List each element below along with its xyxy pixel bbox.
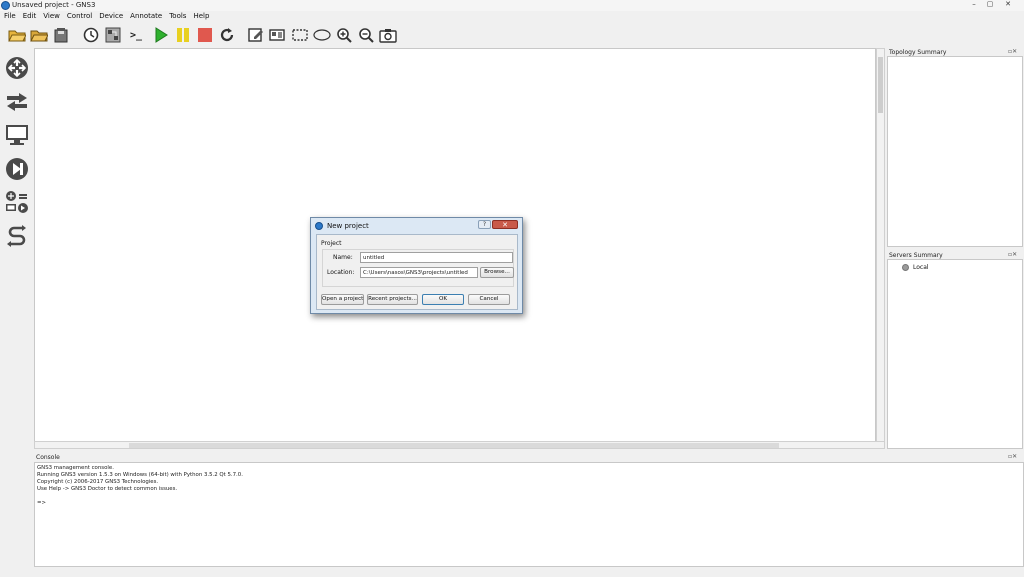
pause-icon[interactable] bbox=[174, 26, 192, 44]
close-window-button[interactable]: ✕ bbox=[1001, 0, 1015, 9]
console-line: GNS3 management console. bbox=[37, 465, 114, 471]
ok-button[interactable]: OK bbox=[422, 294, 464, 305]
topology-summary-panel bbox=[887, 56, 1023, 247]
gns3-app-icon bbox=[1, 1, 10, 10]
add-link-icon[interactable] bbox=[5, 224, 29, 248]
servers-summary-panel: Local bbox=[887, 259, 1023, 449]
canvas-horizontal-scrollbar[interactable] bbox=[34, 441, 885, 449]
console-line: Running GNS3 version 1.5.3 on Windows (6… bbox=[37, 472, 243, 478]
main-toolbar: >_ bbox=[0, 22, 1024, 48]
reload-icon[interactable] bbox=[218, 26, 236, 44]
server-status-icon bbox=[902, 264, 909, 271]
open-project-icon[interactable] bbox=[30, 26, 48, 44]
topology-icon[interactable] bbox=[104, 26, 122, 44]
topology-dock-buttons[interactable]: ▫✕ bbox=[1008, 48, 1017, 55]
menu-control[interactable]: Control bbox=[67, 11, 92, 22]
window-title: Unsaved project - GNS3 bbox=[12, 1, 96, 9]
zoom-out-icon[interactable] bbox=[357, 26, 375, 44]
dialog-close-button[interactable]: ✕ bbox=[492, 220, 518, 229]
menu-help[interactable]: Help bbox=[193, 11, 209, 22]
dialog-help-button[interactable]: ? bbox=[478, 220, 491, 229]
open-project-button[interactable]: Open a project bbox=[321, 294, 364, 305]
canvas-vertical-scrollbar[interactable] bbox=[876, 48, 885, 442]
menu-bar: File Edit View Control Device Annotate T… bbox=[0, 11, 1024, 22]
topology-summary-title: Topology Summary bbox=[889, 49, 947, 56]
stop-icon[interactable] bbox=[196, 26, 214, 44]
server-item[interactable]: Local bbox=[902, 264, 929, 271]
dialog-body: Project Name: untitled Location: C:\User… bbox=[316, 234, 518, 310]
project-group: Name: untitled Location: C:\Users\nasos\… bbox=[322, 249, 514, 287]
minimize-button[interactable]: – bbox=[967, 0, 981, 9]
console-title: Console bbox=[36, 454, 60, 461]
insert-picture-icon[interactable] bbox=[268, 26, 286, 44]
servers-dock-buttons[interactable]: ▫✕ bbox=[1008, 251, 1017, 258]
clock-icon[interactable] bbox=[82, 26, 100, 44]
recent-projects-button[interactable]: Recent projects... bbox=[367, 294, 418, 305]
routers-icon[interactable] bbox=[5, 56, 29, 80]
device-palette bbox=[0, 48, 34, 453]
menu-annotate[interactable]: Annotate bbox=[130, 11, 162, 22]
menu-edit[interactable]: Edit bbox=[23, 11, 37, 22]
menu-tools[interactable]: Tools bbox=[169, 11, 186, 22]
menu-device[interactable]: Device bbox=[99, 11, 123, 22]
security-devices-icon[interactable] bbox=[5, 157, 29, 181]
all-devices-icon[interactable] bbox=[5, 190, 29, 214]
open-folder-icon[interactable] bbox=[8, 26, 26, 44]
new-project-dialog: New project ? ✕ Project Name: untitled L… bbox=[310, 217, 523, 314]
cancel-button[interactable]: Cancel bbox=[468, 294, 510, 305]
console-prompt[interactable]: => bbox=[37, 500, 1021, 507]
console-output[interactable]: GNS3 management console. Running GNS3 ve… bbox=[34, 462, 1024, 567]
add-note-icon[interactable] bbox=[247, 26, 265, 44]
project-group-label: Project bbox=[321, 240, 342, 247]
dialog-app-icon bbox=[315, 222, 323, 230]
menu-view[interactable]: View bbox=[43, 11, 60, 22]
server-name: Local bbox=[913, 264, 929, 271]
console-dock-buttons[interactable]: ▫✕ bbox=[1008, 453, 1017, 460]
zoom-in-icon[interactable] bbox=[335, 26, 353, 44]
browse-button[interactable]: Browse... bbox=[480, 267, 514, 278]
horizontal-scroll-thumb[interactable] bbox=[129, 443, 779, 448]
project-location-input[interactable]: C:\Users\nasos\GNS3\projects\untitled bbox=[360, 267, 478, 278]
screenshot-icon[interactable] bbox=[379, 26, 397, 44]
menu-file[interactable]: File bbox=[4, 11, 16, 22]
console-line: Use Help -> GNS3 Doctor to detect common… bbox=[37, 486, 178, 492]
name-label: Name: bbox=[333, 254, 353, 261]
switches-icon[interactable] bbox=[5, 90, 29, 114]
save-snapshot-icon[interactable] bbox=[52, 26, 70, 44]
console-title-bar: Console ▫✕ bbox=[34, 453, 1024, 462]
console-line: Copyright (c) 2006-2017 GNS3 Technologie… bbox=[37, 479, 159, 485]
dialog-title: New project bbox=[327, 222, 369, 230]
start-icon[interactable] bbox=[152, 26, 170, 44]
location-label: Location: bbox=[327, 269, 355, 276]
console-terminal-icon[interactable]: >_ bbox=[125, 26, 147, 44]
servers-summary-title: Servers Summary bbox=[889, 252, 943, 259]
maximize-button[interactable]: ▢ bbox=[983, 0, 997, 9]
vertical-scroll-thumb[interactable] bbox=[878, 57, 883, 113]
draw-rectangle-icon[interactable] bbox=[291, 26, 309, 44]
project-name-input[interactable]: untitled bbox=[360, 252, 513, 263]
draw-ellipse-icon[interactable] bbox=[313, 26, 331, 44]
end-devices-icon[interactable] bbox=[5, 123, 29, 147]
title-bar: Unsaved project - GNS3 – ▢ ✕ bbox=[0, 0, 1024, 11]
